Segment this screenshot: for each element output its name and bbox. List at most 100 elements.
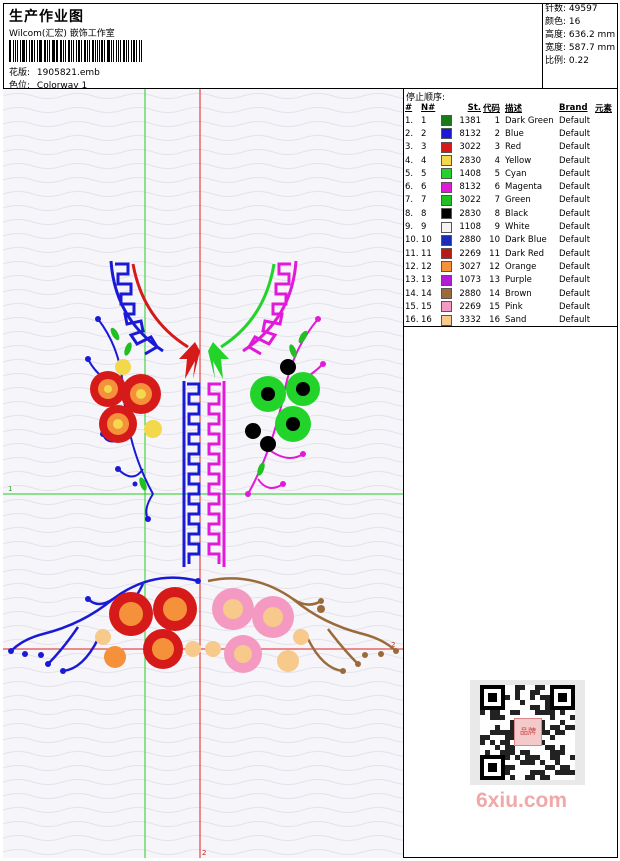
qr-module [560,765,565,770]
qr-module [530,705,535,710]
row-code: 1 [494,115,500,126]
row-needle: 1 [421,115,427,126]
col-header-needle: N# [421,102,436,113]
row-brand: Default [559,182,591,193]
guide-label-3: 2 [202,849,206,857]
qr-module [535,685,540,690]
row-description: Purple [505,275,532,286]
barcode-bar [91,40,94,62]
row-element [594,127,613,140]
barcode-bar [120,40,122,62]
qr-module [540,685,545,690]
row-swatch [440,274,454,287]
row-brand: Default [559,142,591,153]
qr-module [510,710,515,715]
row-description: Dark Green [505,115,554,126]
qr-module [510,765,515,770]
row-description: Dark Blue [505,235,547,246]
barcode-bar [123,40,125,62]
barcode-bar [130,40,132,62]
row-element [594,260,613,273]
header-panel: 生产作业图 Wilcom(汇宏) 嵌饰工作室 花版: 1905821.emb 色… [3,3,543,91]
row-stitches: 1408 [459,168,481,179]
qr-module [535,710,540,715]
qr-module [535,705,540,710]
barcode-bar [63,40,65,62]
row-code: 9 [494,222,500,233]
qr-module [495,730,500,735]
qr-module [570,715,575,720]
row-description: Red [505,142,522,153]
row-index: 12. [405,261,419,272]
barcode-bar [101,40,104,62]
row-stitches: 2880 [459,235,481,246]
barcode-bar [16,40,19,62]
row-brand: Default [559,222,591,233]
qr-module [545,695,550,700]
row-description: Green [505,195,531,206]
barcode-bar [110,40,112,62]
qr-module [505,755,510,760]
row-needle: 10 [421,235,432,246]
qr-module [520,750,525,755]
color-swatch [441,274,452,286]
row-element [594,141,613,154]
color-swatch [441,115,452,127]
barcode-bar [127,40,129,62]
design-preview: 1 2 2 [3,89,404,858]
barcode-bar [36,40,38,62]
qr-module [560,745,565,750]
barcode-bar [38,40,40,62]
barcode-bar [86,40,88,62]
qr-module [530,760,535,765]
color-row: 13. 13 1073 13 Purple Default [404,274,613,287]
barcode-bar [96,40,98,62]
stat-label: 针数 [545,4,564,14]
color-swatch [441,155,452,167]
row-brand: Default [559,208,591,219]
qr-module [480,740,485,745]
row-needle: 6 [421,182,427,193]
row-code: 11 [489,248,500,259]
stat-value: 49597 [568,4,598,14]
barcode [9,40,143,62]
qr-module [485,750,490,755]
row-stitches: 3027 [459,261,481,272]
qr-module [480,710,485,715]
row-brand: Default [559,235,591,246]
row-needle: 13 [421,275,432,286]
qr-module [530,770,535,775]
row-element [594,287,613,300]
row-description: Dark Red [505,248,545,259]
site-logo: 6xiu.com [476,789,568,812]
color-row: 1. 1 1381 1 Dark Green Default [404,114,613,127]
qr-module [525,760,530,765]
stats-panel: 针数: 49597 颜色: 16 高度: 636.2 mm 宽度: 587.7 mm 比… [543,3,618,89]
qr-module [540,760,545,765]
qr-module [505,735,510,740]
row-needle: 5 [421,168,427,179]
barcode-bar [112,40,114,62]
qr-module [545,710,550,715]
row-stitches: 2269 [459,301,481,312]
barcode-bar [70,40,72,62]
color-row: 6. 6 8132 6 Magenta Default [404,180,613,193]
qr-module [550,745,555,750]
row-element [594,313,613,326]
qr-module [550,765,555,770]
color-row: 2. 2 8132 2 Blue Default [404,127,613,140]
qr-module [510,775,515,780]
fabric-background [3,89,403,858]
qr-module [558,693,567,702]
qr-module [555,760,560,765]
stat-row: 颜色: 16 [545,17,581,27]
row-code: 12 [489,261,500,272]
row-brand: Default [559,195,591,206]
qr-module [490,710,495,715]
color-swatch [441,288,452,299]
qr-module [560,750,565,755]
qr-module [505,750,510,755]
row-swatch [440,313,454,326]
row-stitches: 1073 [459,275,481,286]
qr-module [530,695,535,700]
